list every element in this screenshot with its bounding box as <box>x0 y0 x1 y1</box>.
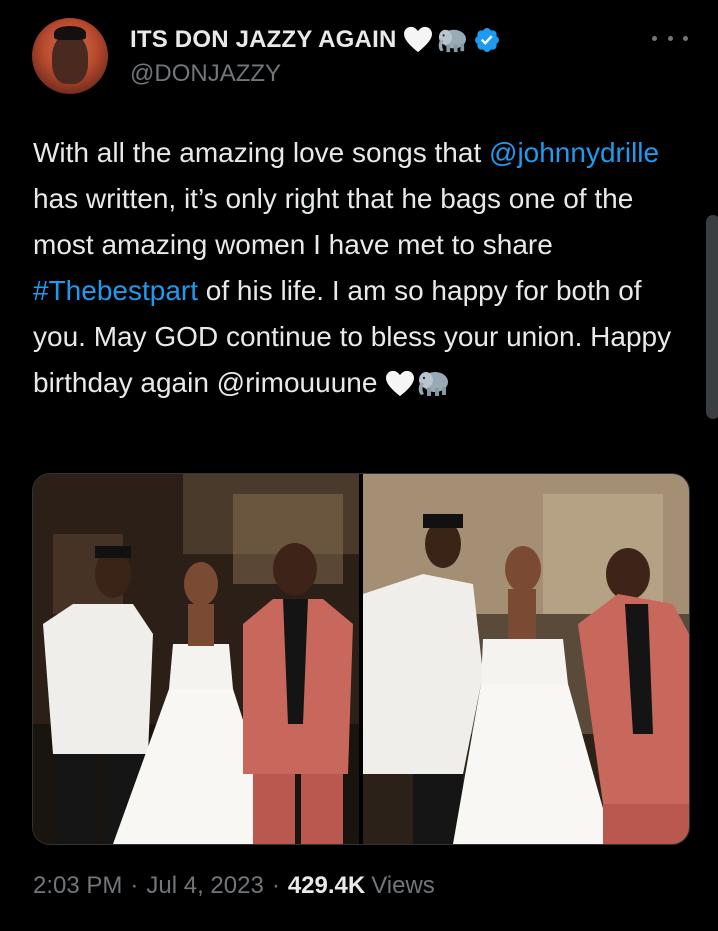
author-handle[interactable]: @DONJAZZY <box>130 60 281 88</box>
more-dot-icon <box>652 35 657 41</box>
avatar-face <box>52 34 88 84</box>
more-dot-icon <box>667 35 673 41</box>
meta-separator: · <box>271 872 280 899</box>
views-label[interactable]: Views <box>371 872 435 900</box>
white-heart-icon <box>386 370 415 397</box>
views-count: 429.4K <box>287 872 366 899</box>
photo-2[interactable] <box>363 474 689 844</box>
more-dot-icon <box>683 35 688 41</box>
tweet-text-segment: With all the amazing love songs that <box>33 137 490 168</box>
tweet: ITS DON JAZZY AGAIN @DONJAZZY With all t… <box>0 0 718 931</box>
tweet-time[interactable]: 2:03 PM <box>33 872 122 900</box>
elephant-icon <box>418 372 449 396</box>
photo-1-illustration <box>33 474 359 844</box>
author-display-name[interactable]: ITS DON JAZZY AGAIN <box>130 26 397 54</box>
media-grid <box>32 473 690 845</box>
scrollbar-thumb[interactable] <box>706 215 718 419</box>
white-heart-icon <box>403 26 432 53</box>
tweet-meta: 2:03 PM · Jul 4, 2023 · 429.4K Views <box>33 872 435 900</box>
meta-separator: · <box>130 872 139 899</box>
mention-link[interactable]: @johnnydrille <box>489 137 659 168</box>
tweet-text-segment: has written, it’s only right that he bag… <box>33 183 634 260</box>
verified-badge-icon <box>474 28 499 52</box>
hashtag-link[interactable]: #Thebestpart <box>33 275 198 306</box>
avatar[interactable] <box>32 18 108 94</box>
elephant-icon <box>438 29 466 53</box>
more-options-button[interactable] <box>652 28 688 48</box>
photo-2-illustration <box>363 474 689 844</box>
tweet-date[interactable]: Jul 4, 2023 <box>146 872 263 900</box>
avatar-hair <box>54 26 86 40</box>
author-name-row: ITS DON JAZZY AGAIN <box>130 22 501 58</box>
photo-1[interactable] <box>33 474 363 844</box>
tweet-text: With all the amazing love songs that @jo… <box>33 130 693 406</box>
